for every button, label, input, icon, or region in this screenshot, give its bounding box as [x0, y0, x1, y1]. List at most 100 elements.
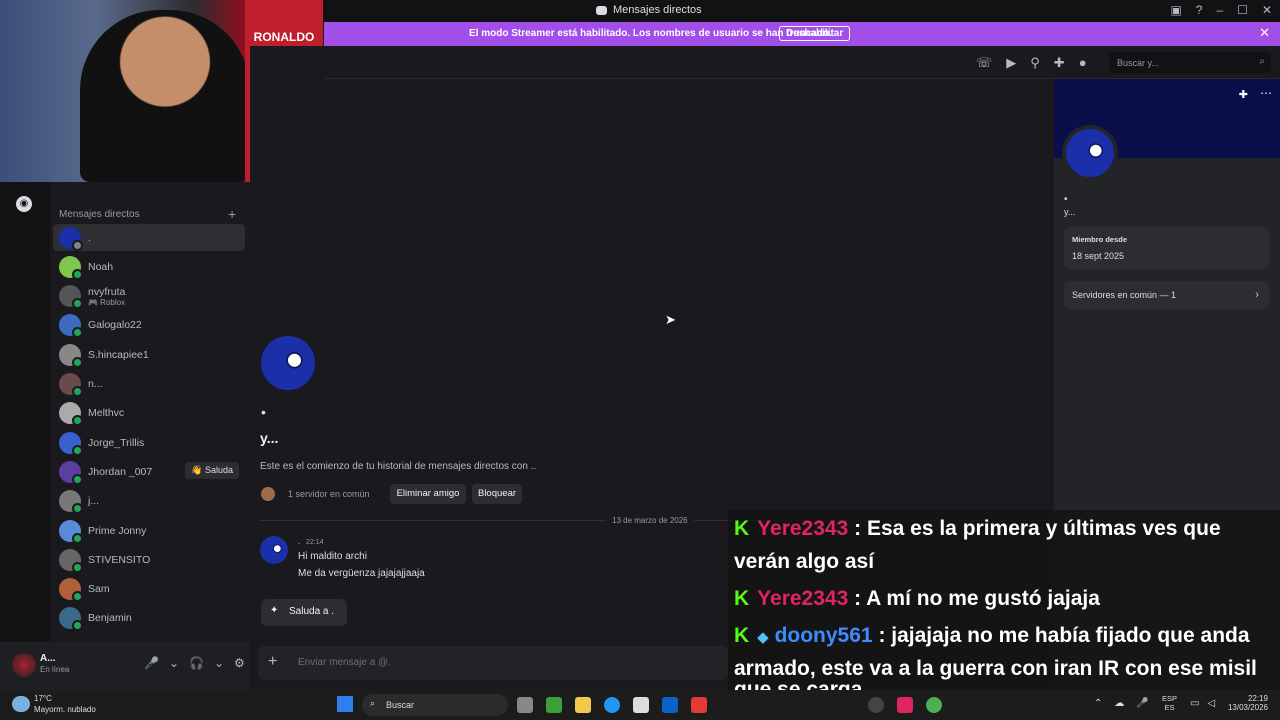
dm-item[interactable]: Melthvc	[53, 400, 245, 427]
search-input[interactable]: Buscar y... ⌕	[1109, 52, 1271, 73]
microphone-icon[interactable]: 🎤	[1136, 698, 1148, 709]
dm-item-label: Melthvc	[88, 407, 124, 419]
add-friend-icon[interactable]: ✚	[1239, 88, 1248, 101]
help-icon[interactable]: ?	[1196, 3, 1203, 17]
avatar[interactable]	[1062, 125, 1118, 181]
dm-item[interactable]: Benjamin	[53, 605, 245, 632]
wave-button[interactable]: ✦ Saluda a .	[261, 599, 347, 626]
avatar	[59, 490, 83, 515]
dm-item[interactable]: .	[53, 224, 245, 251]
tiktok-icon[interactable]	[897, 697, 913, 713]
avatar	[59, 226, 83, 251]
outlook-icon[interactable]	[662, 697, 678, 713]
member-since-label: Miembro desde	[1072, 235, 1128, 244]
kick-icon: K	[734, 517, 750, 540]
dm-item[interactable]: Jhordan _007 👋 Saluda	[53, 458, 245, 485]
server-rail: ◉	[0, 182, 50, 690]
chat-message: K Yere2343 : Esa es la primera y últimas …	[734, 512, 1221, 545]
language-indicator[interactable]: ESP ES	[1162, 694, 1177, 712]
dm-item-name: Jhordan _007	[88, 465, 153, 478]
add-dm-icon[interactable]: +	[228, 206, 236, 222]
profile-dot: •	[1064, 194, 1068, 205]
dm-item[interactable]: Noah	[53, 253, 245, 280]
maximize-button[interactable]: ☐	[1237, 3, 1248, 17]
dm-item[interactable]: n...	[53, 371, 245, 398]
dm-item[interactable]: j...	[53, 488, 245, 515]
member-since-date: 18 sept 2025	[1072, 251, 1125, 261]
dm-item[interactable]: nvyfruta 🎮 Roblox	[53, 283, 245, 310]
close-icon[interactable]: ✕	[1259, 25, 1270, 41]
store-icon[interactable]	[633, 697, 649, 713]
obs-icon[interactable]	[868, 697, 884, 713]
message-composer[interactable]: + Enviar mensaje a @.	[258, 646, 728, 680]
video-icon[interactable]: ▶	[1006, 55, 1016, 71]
servers-in-common[interactable]: 1 servidor en común	[288, 489, 370, 499]
dm-item-name: nvyfruta	[88, 285, 126, 298]
block-button[interactable]: Bloquear	[472, 484, 522, 504]
dm-item[interactable]: STIVENSITO	[53, 546, 245, 573]
avatar	[59, 402, 83, 427]
avatar[interactable]	[261, 336, 315, 390]
dm-item-name: Sam	[88, 583, 110, 596]
discover-icon[interactable]: ◉	[16, 196, 32, 212]
microphone-icon[interactable]: 🎤	[144, 656, 159, 670]
cloud-icon[interactable]: ☁	[1114, 698, 1124, 709]
disable-streamer-button[interactable]: Deshabilitar	[779, 26, 851, 41]
dm-item-label: STIVENSITO	[88, 554, 150, 566]
pin-icon[interactable]: ⚲	[1030, 55, 1040, 71]
more-options-icon[interactable]: ⋯	[1260, 86, 1272, 100]
call-icon[interactable]: ☏	[976, 55, 992, 71]
servers-in-common-card[interactable]: Servidores en común — 1 ›	[1064, 281, 1269, 309]
add-friend-icon[interactable]: ✚	[1054, 55, 1065, 71]
youtube-icon[interactable]	[691, 697, 707, 713]
profile-icon[interactable]: ●	[1079, 55, 1087, 71]
task-view-icon[interactable]	[517, 697, 533, 713]
avatar	[59, 460, 83, 485]
dm-item[interactable]: S.hincapiee1	[53, 341, 245, 368]
profile-dot: •	[261, 404, 266, 420]
date-divider: 13 de marzo de 2026	[606, 516, 694, 525]
wave-button[interactable]: 👋 Saluda	[185, 462, 239, 480]
message-author[interactable]: .	[298, 537, 300, 546]
windows-start-icon[interactable]	[337, 696, 353, 712]
search-icon: ⌕	[1259, 56, 1265, 67]
dm-item-name: S.hincapiee1	[88, 348, 149, 361]
dm-item-label: nvyfruta 🎮 Roblox	[88, 286, 125, 307]
message-input[interactable]: Enviar mensaje a @.	[298, 657, 391, 668]
dm-item-activity: 🎮 Roblox	[88, 297, 126, 307]
clock[interactable]: 22:19 13/03/2026	[1222, 694, 1268, 712]
dm-item-name: .	[88, 231, 91, 244]
dm-item-name: Benjamin	[88, 612, 132, 625]
weather-icon[interactable]	[12, 696, 30, 712]
minimize-button[interactable]: –	[1216, 3, 1223, 17]
remove-friend-button[interactable]: Eliminar amigo	[390, 484, 466, 504]
inbox-icon[interactable]: ▣	[1170, 3, 1181, 17]
dm-item-label: Galogalo22	[88, 319, 142, 331]
avatar[interactable]	[260, 536, 288, 564]
close-window-button[interactable]: ✕	[1262, 3, 1272, 17]
minecraft-icon[interactable]	[546, 697, 562, 713]
profile-name: y...	[1064, 207, 1076, 217]
dm-description: Este es el comienzo de tu historial de m…	[260, 461, 537, 472]
chevron-down-icon[interactable]: ⌄	[214, 656, 224, 670]
chevron-up-icon[interactable]: ⌃	[1094, 698, 1102, 709]
dm-item[interactable]: Prime Jonny	[53, 517, 245, 544]
chevron-down-icon[interactable]: ⌄	[169, 656, 179, 670]
streamer-mode-banner: El modo Streamer está habilitado. Los no…	[324, 22, 1280, 46]
system-icons[interactable]: ▭ ◁	[1190, 698, 1215, 709]
taskbar-search[interactable]: ⌕ Buscar	[362, 694, 508, 716]
headphones-icon[interactable]: 🎧	[189, 656, 204, 670]
jersey-name: RONALDO	[253, 30, 315, 44]
chrome-icon[interactable]	[926, 697, 942, 713]
dm-item[interactable]: Galogalo22	[53, 312, 245, 339]
dm-item[interactable]: Sam	[53, 576, 245, 603]
message-time: 22:14	[306, 539, 324, 546]
weather-desc: Mayorm. nublado	[34, 705, 96, 714]
gear-icon[interactable]: ⚙	[234, 656, 245, 670]
file-explorer-icon[interactable]	[575, 697, 591, 713]
avatar[interactable]	[12, 653, 36, 677]
edge-icon[interactable]	[604, 697, 620, 713]
message-line: Hi maldito archi	[298, 551, 367, 562]
dm-item[interactable]: Jorge_Trillis	[53, 429, 245, 456]
attach-plus-icon[interactable]: +	[268, 653, 277, 671]
